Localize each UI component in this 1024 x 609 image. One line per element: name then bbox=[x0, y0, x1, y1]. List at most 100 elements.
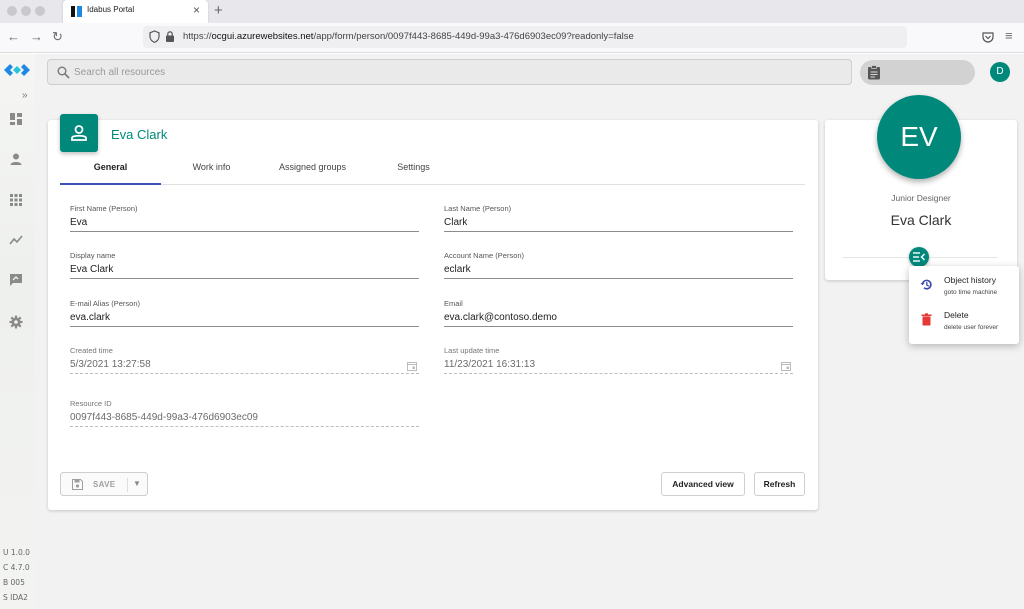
email-value[interactable]: eva.clark@contoso.demo bbox=[444, 312, 793, 327]
actions-menu-button[interactable] bbox=[909, 247, 929, 267]
last-update-time-field: Last update time 11/23/2021 16:31:13 bbox=[444, 346, 793, 374]
back-arrow-icon[interactable]: ← bbox=[7, 29, 20, 44]
version-ui: U 1.0.0 bbox=[3, 548, 30, 557]
tab-assigned-groups[interactable]: Assigned groups bbox=[262, 158, 363, 185]
window-zoom-dot[interactable] bbox=[35, 6, 45, 16]
last-name-value[interactable]: Clark bbox=[444, 217, 793, 232]
reload-icon[interactable]: ↻ bbox=[52, 29, 63, 45]
first-name-field[interactable]: First Name (Person) Eva bbox=[70, 204, 419, 232]
delete-subtitle: delete user forever bbox=[944, 324, 999, 331]
created-time-field: Created time 5/3/2021 13:27:58 bbox=[70, 346, 419, 374]
person-form-card: Eva Clark General Work info Assigned gro… bbox=[48, 114, 818, 510]
email-field[interactable]: Email eva.clark@contoso.demo bbox=[444, 299, 793, 327]
address-bar[interactable]: https://ocgui.azurewebsites.net/app/form… bbox=[143, 26, 907, 48]
person-icon[interactable] bbox=[9, 152, 23, 166]
actions-dropdown-menu: Object history goto time machine Delete … bbox=[909, 266, 1019, 344]
search-input[interactable] bbox=[74, 63, 834, 81]
clipboard-icon bbox=[868, 65, 880, 80]
form-tabs: General Work info Assigned groups Settin… bbox=[60, 158, 805, 185]
save-button[interactable]: SAVE ▼ bbox=[60, 472, 148, 496]
feedback-icon[interactable] bbox=[9, 273, 23, 287]
idabus-logo-icon[interactable] bbox=[4, 62, 30, 78]
browser-tab[interactable]: Idabus Portal × bbox=[63, 0, 208, 23]
display-name-value[interactable]: Eva Clark bbox=[70, 264, 419, 279]
url-scheme: https:// bbox=[183, 31, 212, 42]
account-name-value[interactable]: eclark bbox=[444, 264, 793, 279]
email-alias-field[interactable]: E-mail Alias (Person) eva.clark bbox=[70, 299, 419, 327]
tab-work-info[interactable]: Work info bbox=[161, 158, 262, 185]
created-time-value: 5/3/2021 13:27:58 bbox=[70, 359, 419, 374]
resource-cart-button[interactable] bbox=[860, 60, 975, 85]
display-name-field[interactable]: Display name Eva Clark bbox=[70, 251, 419, 279]
email-alias-label: E-mail Alias (Person) bbox=[70, 299, 141, 308]
resource-id-label: Resource ID bbox=[70, 399, 112, 408]
save-floppy-icon bbox=[72, 479, 83, 490]
save-label: SAVE bbox=[93, 480, 116, 489]
profile-role: Junior Designer bbox=[891, 193, 951, 203]
menu-item-object-history[interactable]: Object history goto time machine bbox=[909, 270, 1019, 304]
tab-general[interactable]: General bbox=[60, 158, 161, 185]
portal-favicon-icon bbox=[71, 6, 82, 17]
calendar-icon[interactable] bbox=[781, 361, 791, 371]
trash-icon bbox=[921, 313, 932, 326]
version-build: B 005 bbox=[3, 578, 25, 587]
chevron-down-icon[interactable]: ▼ bbox=[133, 479, 141, 488]
dashboard-icon[interactable] bbox=[9, 112, 23, 126]
tab-settings[interactable]: Settings bbox=[363, 158, 464, 185]
trending-icon[interactable] bbox=[9, 233, 23, 247]
url-path: /app/form/person/0097f443-8685-449d-99a3… bbox=[313, 31, 634, 42]
search-icon bbox=[57, 66, 70, 79]
resource-id-field: Resource ID 0097f443-8685-449d-99a3-476d… bbox=[70, 399, 419, 427]
url-host: ocgui.azurewebsites.net bbox=[211, 31, 314, 42]
profile-name: Eva Clark bbox=[890, 212, 952, 228]
object-history-subtitle: goto time machine bbox=[944, 289, 998, 296]
first-name-value[interactable]: Eva bbox=[70, 217, 419, 232]
menu-open-icon bbox=[913, 252, 925, 262]
tab-close-icon[interactable]: × bbox=[193, 3, 200, 17]
apps-grid-icon[interactable] bbox=[9, 193, 23, 207]
email-alias-value[interactable]: eva.clark bbox=[70, 312, 419, 327]
app-container: » U 1.0.0 C 4.7.0 B 005 S IDA2 Search al… bbox=[0, 54, 1024, 609]
hamburger-menu-icon[interactable]: ≡ bbox=[1005, 28, 1013, 43]
page-title: Eva Clark bbox=[111, 127, 168, 142]
person-outline-icon bbox=[71, 125, 87, 141]
person-type-badge bbox=[60, 114, 98, 152]
window-close-dot[interactable] bbox=[7, 6, 17, 16]
forward-arrow-icon[interactable]: → bbox=[30, 29, 43, 44]
last-update-time-label: Last update time bbox=[444, 346, 500, 355]
calendar-icon[interactable] bbox=[407, 361, 417, 371]
window-minimize-dot[interactable] bbox=[21, 6, 31, 16]
history-icon bbox=[920, 279, 932, 290]
display-name-label: Display name bbox=[70, 251, 116, 260]
advanced-view-button[interactable]: Advanced view bbox=[661, 472, 745, 496]
first-name-label: First Name (Person) bbox=[70, 204, 138, 213]
email-label: Email bbox=[444, 299, 463, 308]
user-avatar[interactable]: D bbox=[990, 62, 1010, 82]
expand-sidebar-icon[interactable]: » bbox=[22, 90, 28, 101]
save-divider bbox=[127, 478, 128, 492]
browser-nav-bar: ← → ↻ https://ocgui.azurewebsites.net/ap… bbox=[0, 23, 1024, 53]
account-name-label: Account Name (Person) bbox=[444, 251, 525, 260]
browser-tab-bar: Idabus Portal × + bbox=[0, 0, 1024, 23]
version-core: C 4.7.0 bbox=[3, 563, 30, 572]
search-bar[interactable] bbox=[47, 59, 852, 85]
pocket-icon[interactable] bbox=[982, 31, 994, 43]
shield-icon[interactable] bbox=[149, 30, 160, 43]
browser-tab-title: Idabus Portal bbox=[87, 5, 135, 14]
created-time-label: Created time bbox=[70, 346, 113, 355]
last-name-field[interactable]: Last Name (Person) Clark bbox=[444, 204, 793, 232]
resource-id-value: 0097f443-8685-449d-99a3-476d6903ec09 bbox=[70, 412, 419, 427]
lock-icon[interactable] bbox=[165, 30, 175, 43]
last-name-label: Last Name (Person) bbox=[444, 204, 512, 213]
settings-gear-icon[interactable] bbox=[9, 315, 23, 329]
sidebar: » U 1.0.0 C 4.7.0 B 005 S IDA2 bbox=[0, 54, 35, 609]
refresh-button[interactable]: Refresh bbox=[754, 472, 805, 496]
version-server: S IDA2 bbox=[3, 593, 28, 602]
url-text[interactable]: https://ocgui.azurewebsites.net/app/form… bbox=[183, 31, 634, 42]
account-name-field[interactable]: Account Name (Person) eclark bbox=[444, 251, 793, 279]
menu-item-delete[interactable]: Delete delete user forever bbox=[909, 305, 1019, 339]
new-tab-button[interactable]: + bbox=[214, 2, 223, 19]
delete-title: Delete bbox=[944, 310, 969, 320]
last-update-time-value: 11/23/2021 16:31:13 bbox=[444, 359, 793, 374]
profile-avatar: EV bbox=[877, 95, 961, 179]
